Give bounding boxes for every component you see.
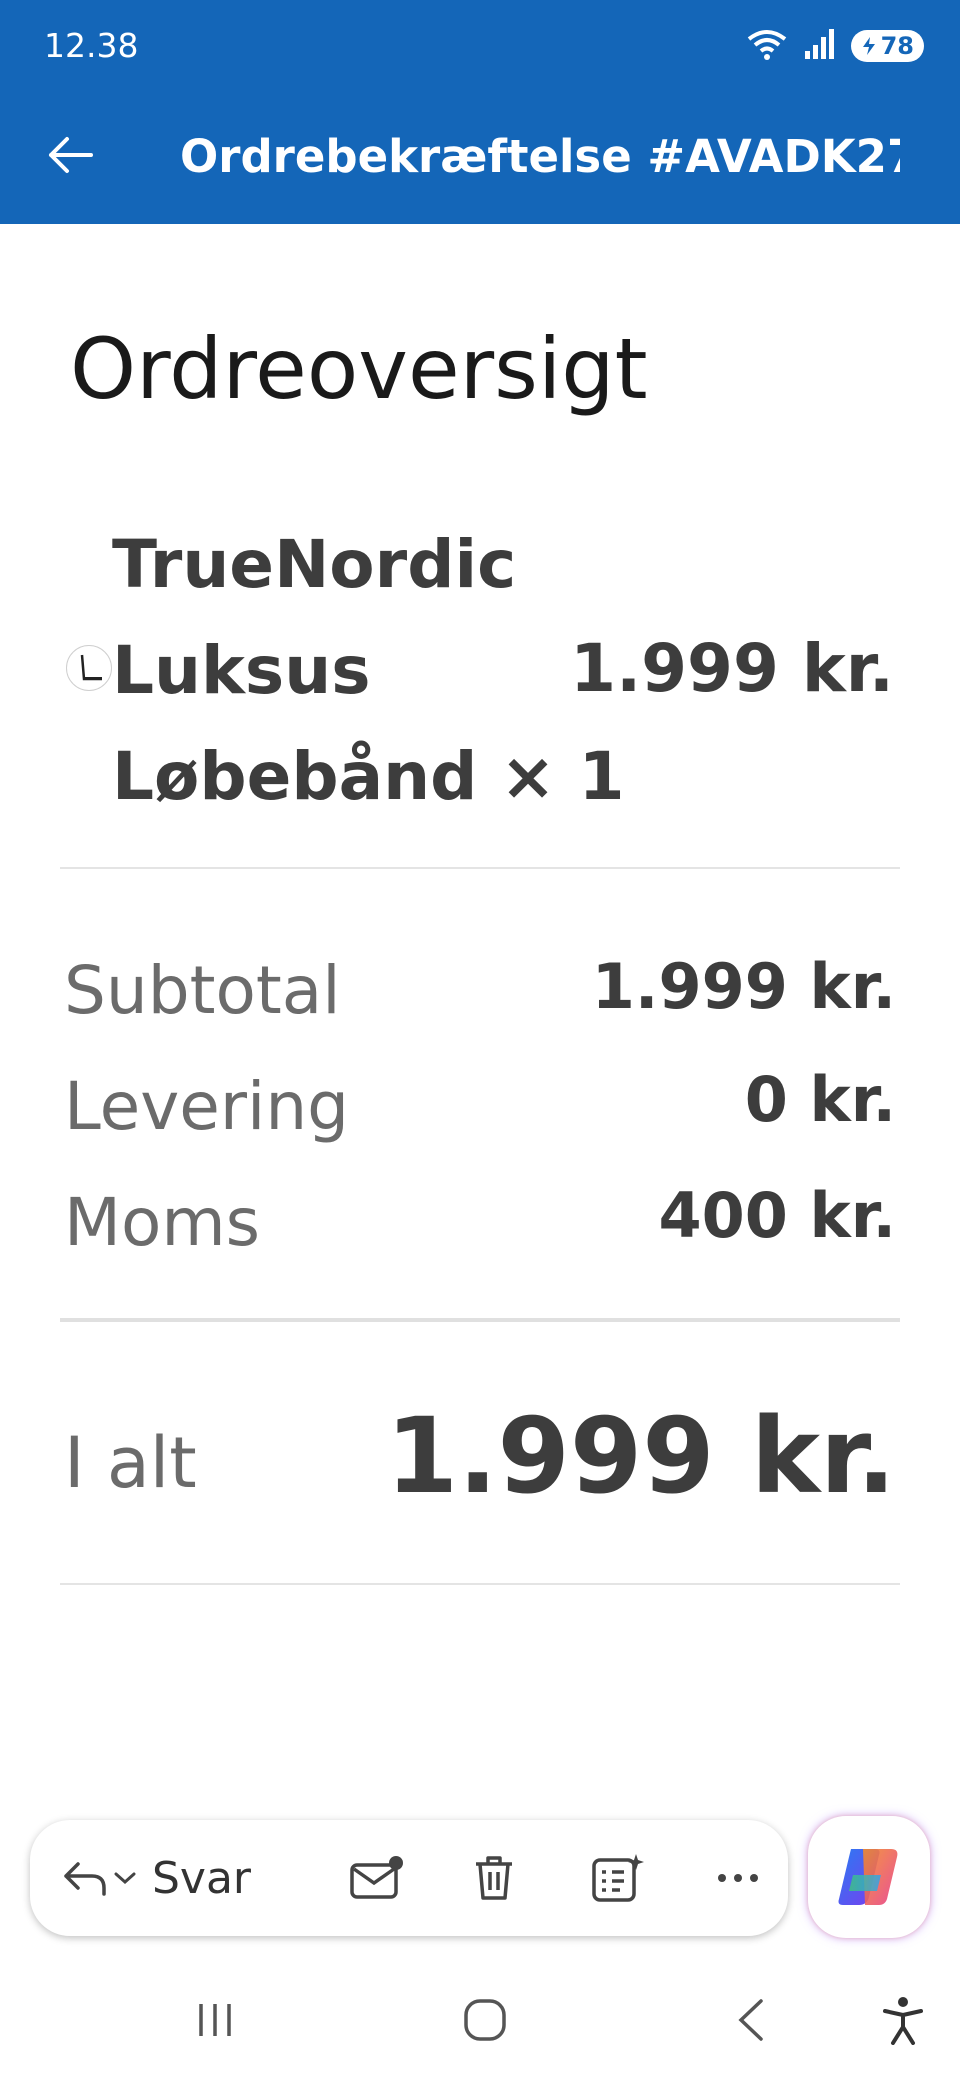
recent-apps-icon (199, 2004, 231, 2036)
mark-unread-button[interactable] (346, 1848, 406, 1908)
reply-button[interactable]: Svar (60, 1848, 251, 1908)
delete-icon (476, 1856, 512, 1900)
accessibility-button[interactable] (868, 1960, 938, 2080)
chevron-left-icon (738, 1999, 763, 2041)
copilot-button[interactable] (808, 1816, 930, 1938)
home-icon (464, 1999, 506, 2041)
treadmill-icon (80, 654, 102, 681)
divider (60, 1318, 900, 1322)
subtotal-label: Subtotal (64, 952, 341, 1029)
system-back-button[interactable] (716, 1960, 786, 2080)
reply-icon (64, 1862, 106, 1896)
accessibility-icon (883, 1997, 923, 2045)
total-label: I alt (64, 1422, 197, 1504)
app-bar: Ordrebekræftelse #AVADK276... (0, 95, 960, 224)
email-subject-title: Ordrebekræftelse #AVADK276... (180, 130, 900, 183)
more-icon (718, 1874, 758, 1882)
wifi-icon (745, 27, 789, 66)
product-price: 1.999 kr. (570, 630, 894, 707)
product-name: TrueNordic Luksus Løbebånd × 1 (112, 526, 625, 815)
email-action-bar: Svar (30, 1820, 788, 1936)
more-options-button[interactable] (714, 1848, 762, 1908)
vat-label: Moms (64, 1184, 261, 1261)
battery-icon: 78 (850, 30, 924, 62)
divider (60, 867, 900, 869)
summarize-button[interactable] (590, 1848, 646, 1908)
delivery-label: Levering (64, 1068, 350, 1145)
signal-icon (803, 27, 837, 66)
status-bar: 12.38 78 (0, 0, 960, 95)
chevron-down-icon (114, 1872, 136, 1885)
copilot-icon (838, 1849, 898, 1905)
home-button[interactable] (450, 1960, 520, 2080)
summarize-icon (592, 1854, 644, 1902)
divider (60, 1583, 900, 1585)
delivery-value: 0 kr. (744, 1063, 896, 1136)
product-image (66, 645, 112, 691)
battery-level: 78 (880, 32, 914, 60)
page-title: Ordreoversigt (70, 320, 648, 418)
status-icons: 78 (745, 26, 924, 66)
total-value: 1.999 kr. (385, 1395, 896, 1517)
vat-value: 400 kr. (658, 1179, 896, 1252)
back-arrow-icon (49, 137, 93, 173)
mark-unread-icon (350, 1856, 403, 1899)
delete-button[interactable] (468, 1848, 520, 1908)
status-time: 12.38 (44, 26, 139, 65)
reply-label: Svar (152, 1852, 252, 1904)
system-navigation-bar (0, 1960, 960, 2080)
subtotal-value: 1.999 kr. (591, 950, 896, 1023)
back-button[interactable] (40, 125, 100, 185)
recent-apps-button[interactable] (180, 1960, 250, 2080)
